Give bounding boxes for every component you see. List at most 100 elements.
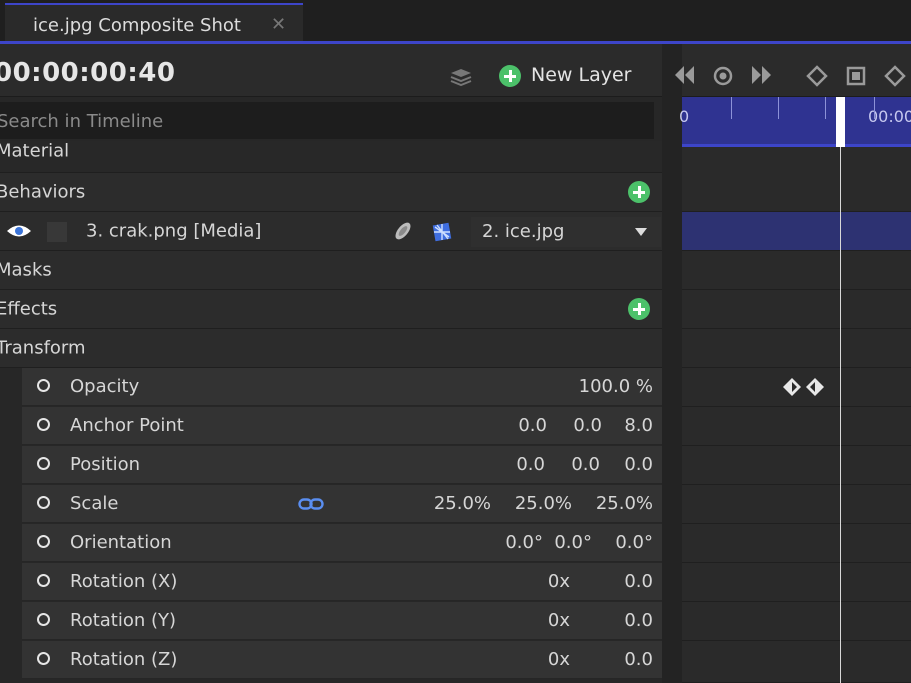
blend-source-select[interactable]: 2. ice.jpg <box>471 217 661 247</box>
property-label: Scale <box>70 493 119 514</box>
layer-color-swatch[interactable] <box>47 222 67 242</box>
track-row <box>682 251 911 290</box>
property-value[interactable]: 25.0% <box>515 493 572 514</box>
next-keyframe-icon[interactable] <box>748 64 774 86</box>
track-row <box>682 563 911 602</box>
property-label: Anchor Point <box>70 415 184 436</box>
tab-composite-shot[interactable]: ice.jpg Composite Shot ✕ <box>5 3 303 44</box>
section-material[interactable]: Material <box>0 141 662 173</box>
property-label: Opacity <box>70 376 140 397</box>
keyframe-toggle-icon[interactable] <box>37 613 50 626</box>
layer-name[interactable]: 3. crak.png [Media] <box>86 221 261 242</box>
property-value[interactable]: 0.0 <box>573 415 602 436</box>
track-row <box>682 290 911 329</box>
add-effect-icon[interactable] <box>628 298 650 320</box>
keyframe-toggle-icon[interactable] <box>37 652 50 665</box>
track-row <box>682 329 911 368</box>
previous-keyframe-icon[interactable] <box>672 64 698 86</box>
track-row <box>682 173 911 212</box>
record-icon[interactable] <box>712 65 734 87</box>
chevron-down-icon <box>635 228 647 236</box>
property-label: Position <box>70 454 141 475</box>
section-behaviors[interactable]: Behaviors <box>0 173 662 212</box>
layer-row[interactable]: 3. crak.png [Media] 2. ice.jpg <box>0 212 662 251</box>
property-row-opacity[interactable]: Opacity 100.0 % <box>22 368 662 406</box>
section-label: Behaviors <box>0 181 86 203</box>
search-input[interactable]: Search in Timeline <box>0 102 654 139</box>
link-icon[interactable] <box>391 220 415 242</box>
section-transform[interactable]: Transform <box>0 329 662 368</box>
section-label: Material <box>0 140 70 162</box>
property-value[interactable]: 0x <box>548 649 570 670</box>
timeline-header: 00:00:00:40 New Layer <box>0 44 666 97</box>
keyframe-icon[interactable] <box>806 65 828 87</box>
property-value[interactable]: 0.0 <box>571 454 600 475</box>
track-row <box>682 485 911 524</box>
keyframe-toggle-icon[interactable] <box>37 574 50 587</box>
property-value[interactable]: 0.0 <box>624 649 653 670</box>
property-value[interactable]: 25.0% <box>434 493 491 514</box>
property-row-orientation[interactable]: Orientation 0.0° 0.0° 0.0° <box>22 524 662 562</box>
keyframe-toggle-icon[interactable] <box>37 535 50 548</box>
eye-icon[interactable] <box>6 223 32 239</box>
property-row-position[interactable]: Position 0.0 0.0 0.0 <box>22 446 662 484</box>
property-value[interactable]: 8.0 <box>624 415 653 436</box>
property-row-rotation-z[interactable]: Rotation (Z) 0x 0.0 <box>22 641 662 679</box>
property-value[interactable]: 25.0% <box>596 493 653 514</box>
track-row <box>682 407 911 446</box>
keyframe-toggle-icon[interactable] <box>37 379 50 392</box>
keyframe-toggle-icon[interactable] <box>37 457 50 470</box>
playhead-line <box>840 147 841 683</box>
property-label: Rotation (Z) <box>70 649 178 670</box>
playhead-handle[interactable] <box>836 97 845 147</box>
ruler-tick <box>731 97 732 119</box>
property-value[interactable]: 0.0 <box>516 454 545 475</box>
timeline-ruler[interactable]: 0 00:00 <box>679 97 911 144</box>
property-value[interactable]: 100.0 % <box>579 376 653 397</box>
track-row <box>682 446 911 485</box>
property-row-anchor-point[interactable]: Anchor Point 0.0 0.0 8.0 <box>22 407 662 445</box>
property-value[interactable]: 0.0° <box>505 532 543 553</box>
property-label: Orientation <box>70 532 172 553</box>
search-placeholder: Search in Timeline <box>0 111 164 132</box>
timecode[interactable]: 00:00:00:40 <box>0 58 175 88</box>
panel-divider[interactable] <box>662 44 682 683</box>
square-icon[interactable] <box>846 66 866 86</box>
ruler-tick <box>825 97 826 119</box>
plus-circle-icon[interactable] <box>499 65 521 87</box>
ruler-start-label: 0 <box>679 107 690 126</box>
property-value[interactable]: 0.0 <box>518 415 547 436</box>
property-value[interactable]: 0.0 <box>624 610 653 631</box>
track-row <box>682 602 911 641</box>
section-label: Effects <box>0 298 58 320</box>
keyframe-toggle-icon[interactable] <box>37 418 50 431</box>
link-icon[interactable] <box>298 498 324 510</box>
new-layer-button[interactable]: New Layer <box>531 64 631 86</box>
property-label: Rotation (Y) <box>70 610 177 631</box>
layer-track-bar[interactable] <box>682 212 911 251</box>
property-value[interactable]: 0.0° <box>554 532 592 553</box>
keyframe-icon[interactable] <box>884 65 906 87</box>
layers-icon[interactable] <box>448 66 474 86</box>
section-effects[interactable]: Effects <box>0 290 662 329</box>
property-label: Rotation (X) <box>70 571 178 592</box>
property-value[interactable]: 0.0 <box>624 571 653 592</box>
property-value[interactable]: 0.0 <box>624 454 653 475</box>
property-row-rotation-y[interactable]: Rotation (Y) 0x 0.0 <box>22 602 662 640</box>
property-value[interactable]: 0.0° <box>615 532 653 553</box>
property-value[interactable]: 0x <box>548 571 570 592</box>
ruler-tick <box>874 97 875 119</box>
track-row <box>682 524 911 563</box>
opacity-keyframes[interactable] <box>781 377 827 397</box>
section-label: Transform <box>0 337 86 359</box>
property-row-rotation-x[interactable]: Rotation (X) 0x 0.0 <box>22 563 662 601</box>
checker-icon[interactable] <box>431 221 453 243</box>
keyframe-toggle-icon[interactable] <box>37 496 50 509</box>
property-row-scale[interactable]: Scale 25.0% 25.0% 25.0% <box>22 485 662 523</box>
tab-title: ice.jpg Composite Shot <box>33 15 241 36</box>
add-behavior-icon[interactable] <box>628 181 650 203</box>
property-value[interactable]: 0x <box>548 610 570 631</box>
track-row <box>682 641 911 683</box>
close-icon[interactable]: ✕ <box>271 14 286 35</box>
section-masks[interactable]: Masks <box>0 251 662 290</box>
